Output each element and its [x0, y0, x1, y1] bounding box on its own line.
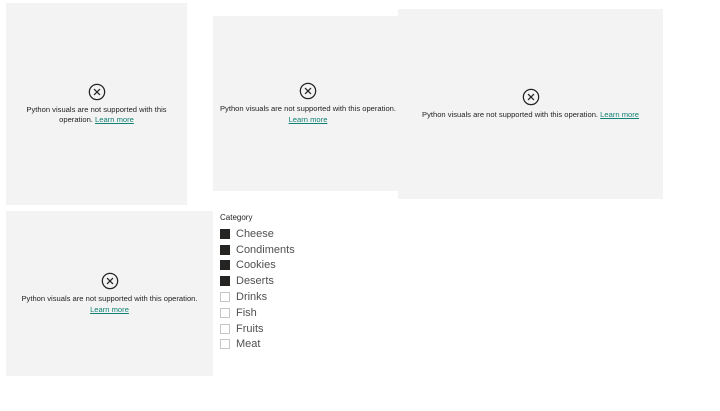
- checkbox[interactable]: [220, 260, 230, 271]
- slicer-item-label: Drinks: [236, 291, 268, 304]
- slicer-item-condiments[interactable]: Condiments: [220, 242, 350, 258]
- error-circle-x-icon: [299, 82, 317, 100]
- slicer-item-cookies[interactable]: Cookies: [220, 258, 350, 274]
- slicer-item-fish[interactable]: Fish: [220, 305, 350, 321]
- unsupported-message: Python visuals are not supported with th…: [6, 294, 213, 315]
- slicer-item-fruits[interactable]: Fruits: [220, 321, 350, 337]
- python-visual-tile-1: Python visuals are not supported with th…: [6, 3, 187, 205]
- checkbox[interactable]: [220, 323, 230, 334]
- slicer-header: Category: [220, 213, 253, 222]
- slicer-item-drinks[interactable]: Drinks: [220, 289, 350, 305]
- checkbox[interactable]: [220, 339, 230, 350]
- slicer-item-label: Fish: [236, 306, 257, 319]
- unsupported-text: Python visuals are not supported with th…: [219, 104, 397, 113]
- checkbox[interactable]: [220, 228, 230, 239]
- unsupported-message: Python visuals are not supported with th…: [213, 104, 403, 125]
- checkbox[interactable]: [220, 276, 230, 287]
- slicer-item-cheese[interactable]: Cheese: [220, 226, 350, 242]
- checkbox[interactable]: [220, 244, 230, 255]
- learn-more-link[interactable]: Learn more: [289, 115, 328, 124]
- category-slicer: Category Cheese Condiments Cookies Deserts D…: [220, 213, 350, 352]
- unsupported-text: Python visuals are not supported with th…: [422, 109, 599, 119]
- slicer-item-label: Fruits: [236, 322, 264, 335]
- checkbox[interactable]: [220, 292, 230, 303]
- unsupported-message: Python visuals are not supported with th…: [416, 110, 645, 121]
- error-circle-x-icon: [522, 88, 539, 106]
- slicer-item-label: Cookies: [236, 259, 276, 272]
- checkbox[interactable]: [220, 307, 230, 318]
- slicer-item-meat[interactable]: Meat: [220, 337, 350, 353]
- learn-more-link[interactable]: Learn more: [95, 115, 134, 124]
- slicer-list: Cheese Condiments Cookies Deserts Drinks Fish…: [220, 226, 350, 352]
- python-visual-tile-3: Python visuals are not supported with th…: [398, 9, 663, 199]
- learn-more-link[interactable]: Learn more: [600, 110, 639, 119]
- error-circle-x-icon: [88, 83, 105, 100]
- slicer-item-label: Cheese: [236, 227, 274, 240]
- python-visual-tile-4: Python visuals are not supported with th…: [6, 211, 213, 376]
- slicer-item-deserts[interactable]: Deserts: [220, 273, 350, 289]
- unsupported-message: Python visuals are not supported with th…: [6, 105, 187, 126]
- learn-more-link[interactable]: Learn more: [90, 305, 129, 314]
- slicer-item-label: Meat: [236, 338, 261, 351]
- python-visual-tile-2: Python visuals are not supported with th…: [213, 16, 403, 191]
- unsupported-text: Python visuals are not supported with th…: [21, 294, 198, 303]
- slicer-item-label: Deserts: [236, 275, 274, 288]
- slicer-item-label: Condiments: [236, 243, 295, 256]
- error-circle-x-icon: [101, 272, 118, 290]
